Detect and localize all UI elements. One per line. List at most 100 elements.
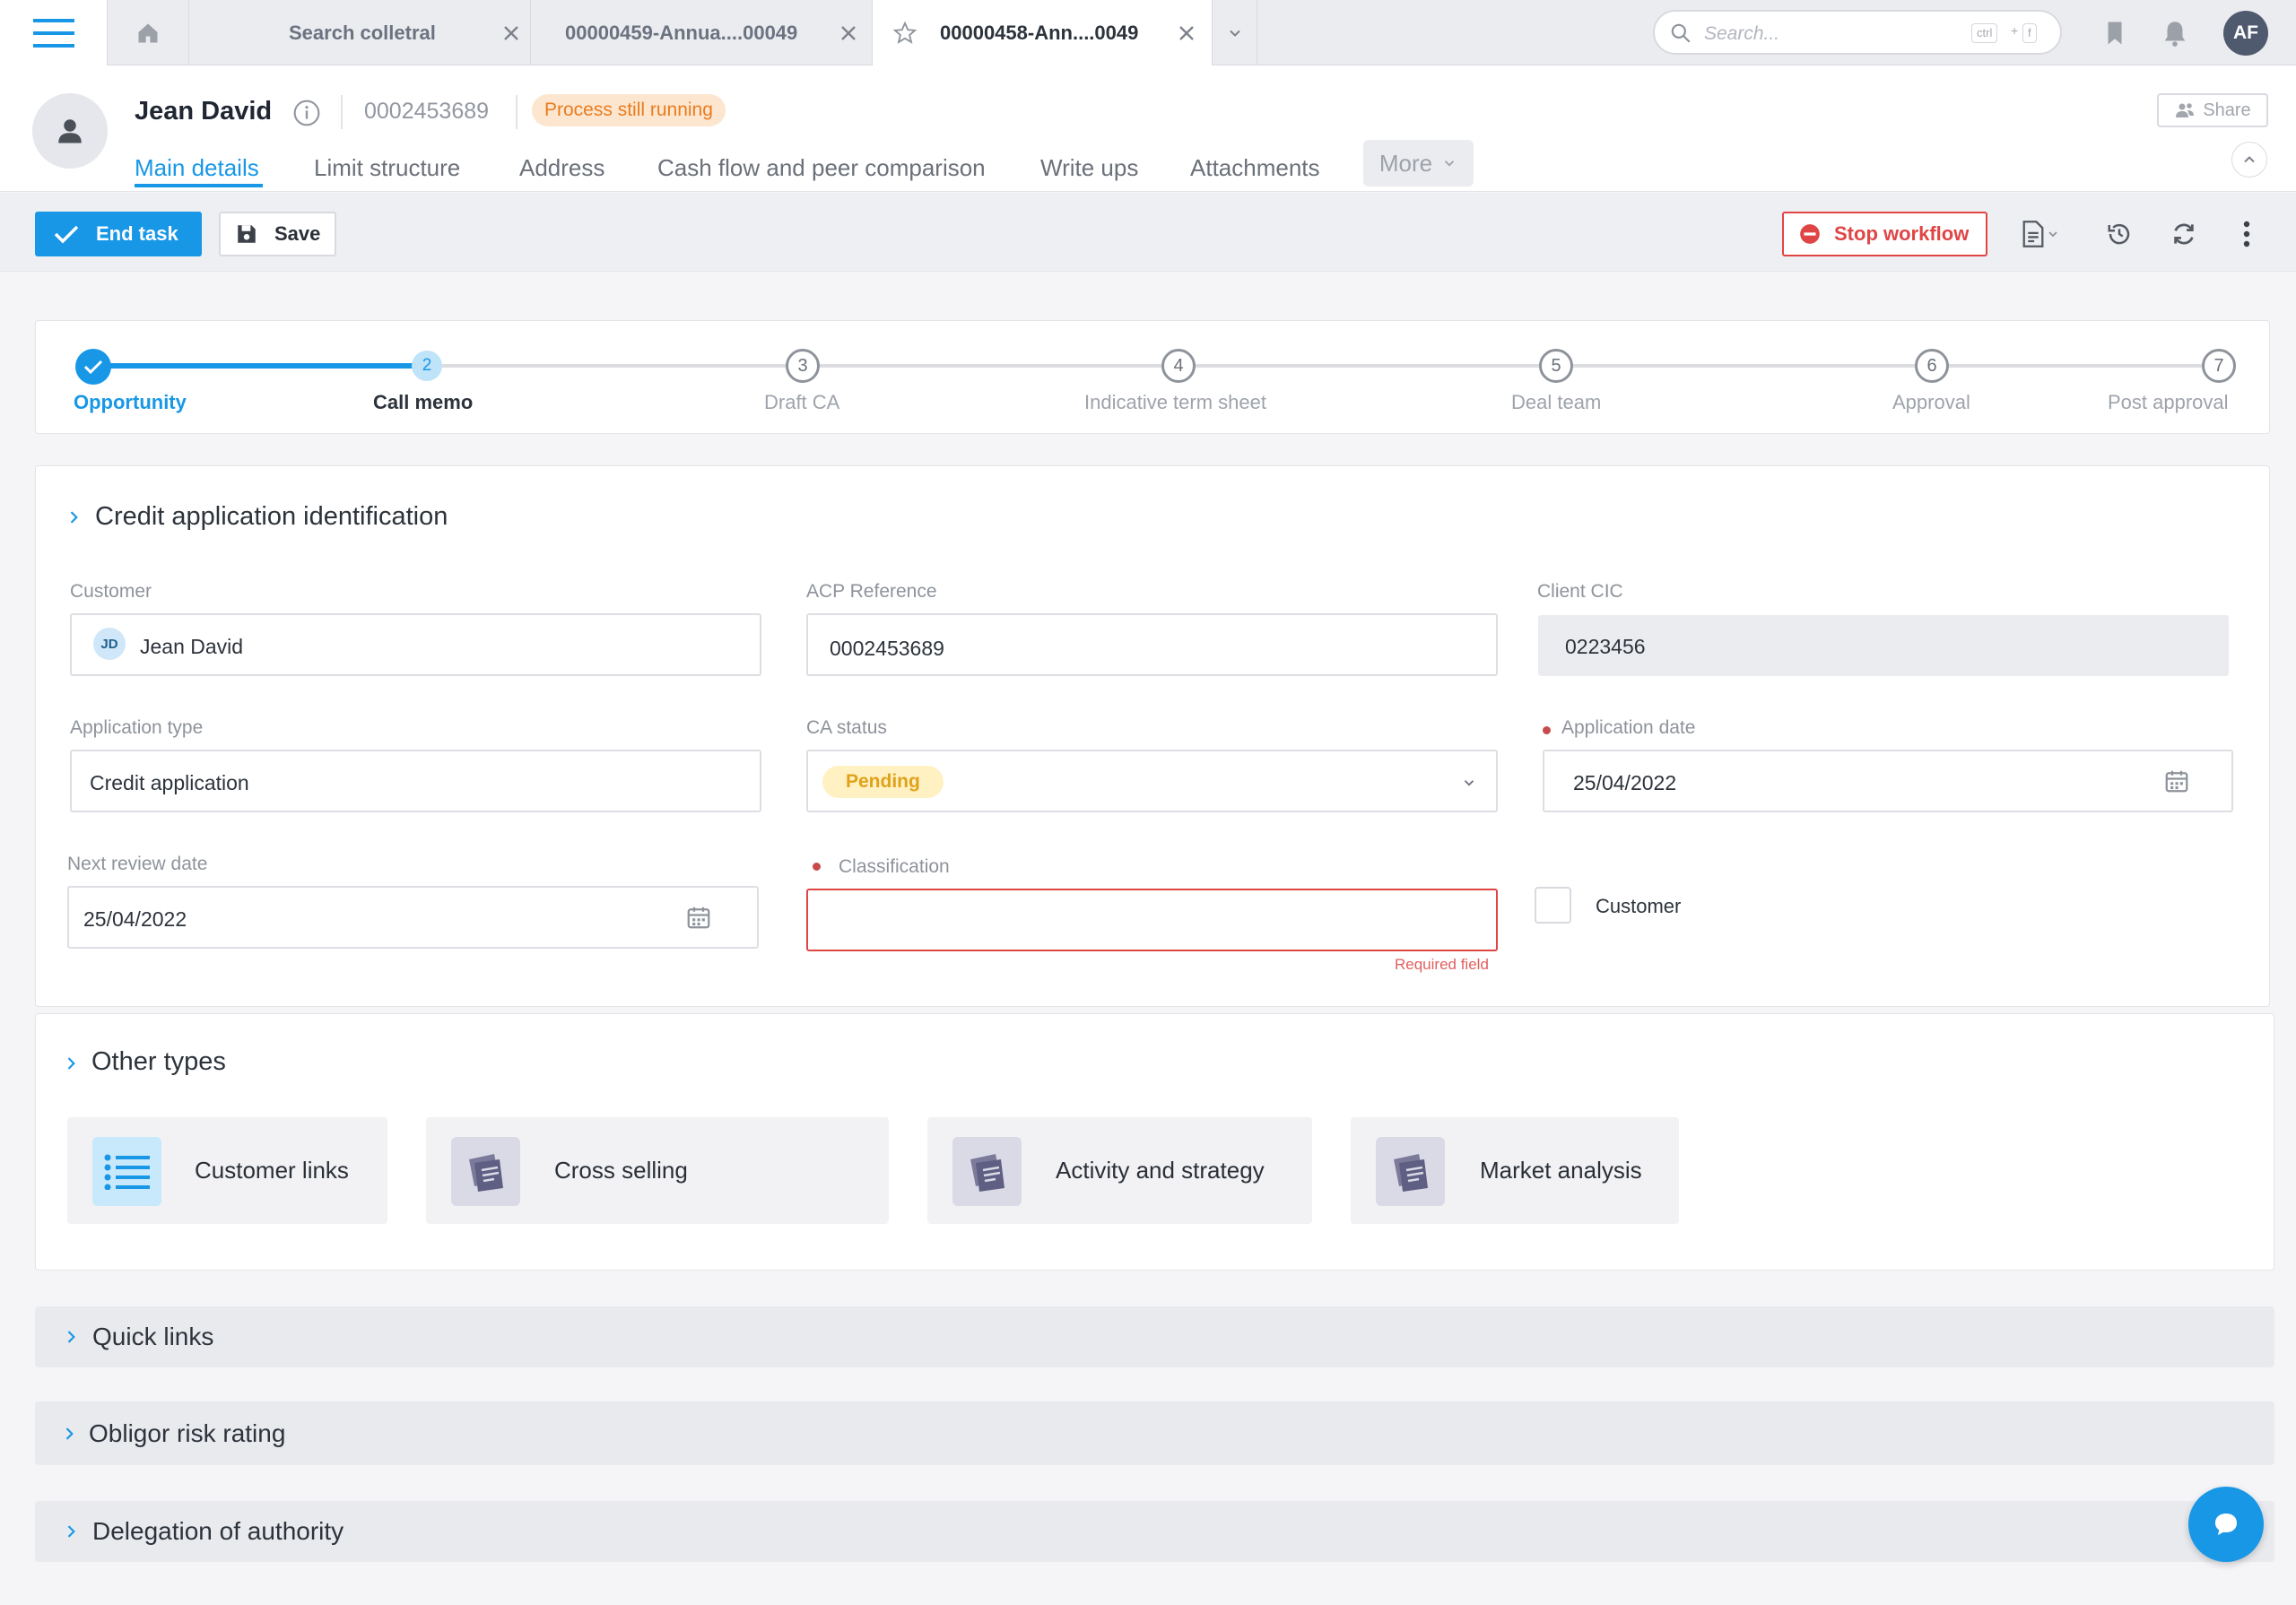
chevron-right-icon[interactable] [65, 508, 83, 526]
chevron-down-icon [2048, 231, 2057, 238]
stop-workflow-button[interactable]: Stop workflow [1782, 212, 1987, 256]
chevron-up-icon [2244, 156, 2255, 163]
close-icon[interactable] [838, 22, 859, 44]
more-actions-button[interactable] [2231, 218, 2263, 250]
more-label: More [1378, 149, 1433, 177]
top-bar: Search colletral 00000459-Annua....00049… [0, 0, 2296, 65]
section-delegation-of-authority[interactable]: Delegation of authority [35, 1501, 2274, 1562]
tab-00000459[interactable]: 00000459-Annua....00049 [531, 0, 873, 65]
chevron-right-icon [67, 1525, 75, 1538]
application-date-label: Application date [1561, 717, 1696, 738]
step-label-call-memo[interactable]: Call memo [373, 391, 473, 414]
tab-attachments[interactable]: Attachments [1190, 154, 1320, 182]
step-label-post-approval[interactable]: Post approval [2108, 391, 2229, 414]
client-cic-field: 0223456 [1538, 615, 2229, 676]
section-title-other-types[interactable]: Other types [91, 1047, 226, 1077]
customer-initials-avatar: JD [93, 628, 126, 660]
history-icon [2108, 223, 2130, 245]
step-label-approval[interactable]: Approval [1892, 391, 1970, 414]
tile-cross-selling[interactable]: Cross selling [426, 1117, 889, 1224]
next-review-date-field[interactable]: 25/04/2022 [67, 886, 759, 949]
check-icon [54, 225, 79, 244]
section-title-credit-application[interactable]: Credit application identification [95, 502, 448, 532]
tab-more[interactable]: More [1363, 140, 1474, 187]
customer-name: Jean David [135, 97, 273, 126]
bookmark-icon[interactable] [2101, 18, 2128, 48]
tab-limit-structure[interactable]: Limit structure [314, 154, 460, 182]
share-button[interactable]: Share [2157, 93, 2268, 127]
application-type-value: Credit application [90, 771, 249, 794]
ca-status-label: CA status [806, 717, 887, 738]
star-icon[interactable] [892, 21, 918, 46]
tab-label: 00000459-Annua....00049 [565, 21, 798, 44]
kbd-f: f [2022, 23, 2037, 43]
step-6-circle[interactable]: 6 [1915, 349, 1949, 383]
classification-error: Required field [1395, 956, 1489, 973]
tab-search-colletral[interactable]: Search colletral [189, 0, 531, 65]
ca-status-badge: Pending [822, 766, 944, 798]
customer-checkbox[interactable] [1535, 887, 1571, 924]
tile-activity-and-strategy[interactable]: Activity and strategy [927, 1117, 1312, 1224]
tabs-overflow-button[interactable] [1213, 0, 1257, 65]
chevron-right-icon [67, 1331, 75, 1343]
refresh-button[interactable] [2168, 218, 2200, 250]
acp-reference-label: ACP Reference [806, 581, 937, 602]
user-avatar[interactable]: AF [2223, 11, 2268, 56]
application-date-field[interactable]: 25/04/2022 [1543, 750, 2233, 812]
step-5-circle[interactable]: 5 [1539, 349, 1573, 383]
notes-icon [451, 1137, 520, 1206]
tile-label: Activity and strategy [1056, 1157, 1265, 1184]
history-button[interactable] [2103, 218, 2135, 250]
tile-customer-links[interactable]: Customer links [67, 1117, 387, 1224]
document-menu-button[interactable] [2013, 218, 2067, 250]
acp-reference-field[interactable]: 0002453689 [806, 613, 1498, 676]
next-review-date-value: 25/04/2022 [83, 907, 187, 931]
home-icon [138, 23, 158, 42]
tab-00000458[interactable]: 00000458-Ann....0049 [873, 0, 1213, 65]
home-button[interactable] [107, 0, 189, 65]
step-label-deal-team[interactable]: Deal team [1511, 391, 1601, 414]
tile-label: Market analysis [1480, 1157, 1642, 1184]
client-cic-value: 0223456 [1565, 635, 1646, 658]
close-icon[interactable] [500, 22, 522, 44]
tab-main-details[interactable]: Main details [135, 154, 259, 182]
classification-field[interactable] [806, 889, 1498, 951]
notes-icon [952, 1137, 1022, 1206]
list-icon [92, 1137, 161, 1206]
step-3-circle[interactable]: 3 [786, 349, 820, 383]
tile-market-analysis[interactable]: Market analysis [1351, 1117, 1679, 1224]
end-task-button[interactable]: End task [35, 212, 202, 256]
step-1-circle[interactable] [75, 349, 111, 385]
step-2-circle[interactable]: 2 [412, 351, 442, 381]
check-icon [83, 360, 103, 375]
step-label-indicative-term-sheet[interactable]: Indicative term sheet [1084, 391, 1266, 414]
calendar-icon[interactable] [2163, 768, 2190, 794]
hamburger-menu-button[interactable] [0, 0, 107, 65]
info-icon[interactable] [292, 99, 321, 127]
step-4-circle[interactable]: 4 [1161, 349, 1196, 383]
step-7-circle[interactable]: 7 [2202, 349, 2236, 383]
next-review-date-label: Next review date [67, 854, 208, 874]
application-type-field[interactable]: Credit application [70, 750, 761, 812]
close-icon[interactable] [1176, 22, 1197, 44]
step-label-draft-ca[interactable]: Draft CA [764, 391, 839, 414]
kebab-icon [2243, 221, 2250, 247]
section-quick-links[interactable]: Quick links [35, 1306, 2274, 1367]
application-type-label: Application type [70, 717, 204, 738]
tile-label: Cross selling [554, 1157, 688, 1184]
stop-workflow-label: Stop workflow [1834, 222, 1970, 245]
global-search[interactable]: Search... ctrl + f [1653, 10, 2062, 55]
customer-field[interactable]: Jean David [70, 613, 761, 676]
chat-button[interactable] [2188, 1487, 2264, 1562]
bell-icon[interactable] [2160, 18, 2190, 48]
save-button[interactable]: Save [219, 212, 336, 256]
tab-write-ups[interactable]: Write ups [1040, 154, 1138, 182]
calendar-icon[interactable] [685, 904, 712, 931]
collapse-header-button[interactable] [2231, 142, 2267, 178]
divider [516, 95, 517, 129]
section-obligor-risk-rating[interactable]: Obligor risk rating [35, 1401, 2274, 1465]
step-label-opportunity[interactable]: Opportunity [74, 391, 187, 414]
tab-address[interactable]: Address [519, 154, 604, 182]
chevron-right-icon[interactable] [62, 1054, 80, 1072]
tab-cash-flow[interactable]: Cash flow and peer comparison [657, 154, 986, 182]
